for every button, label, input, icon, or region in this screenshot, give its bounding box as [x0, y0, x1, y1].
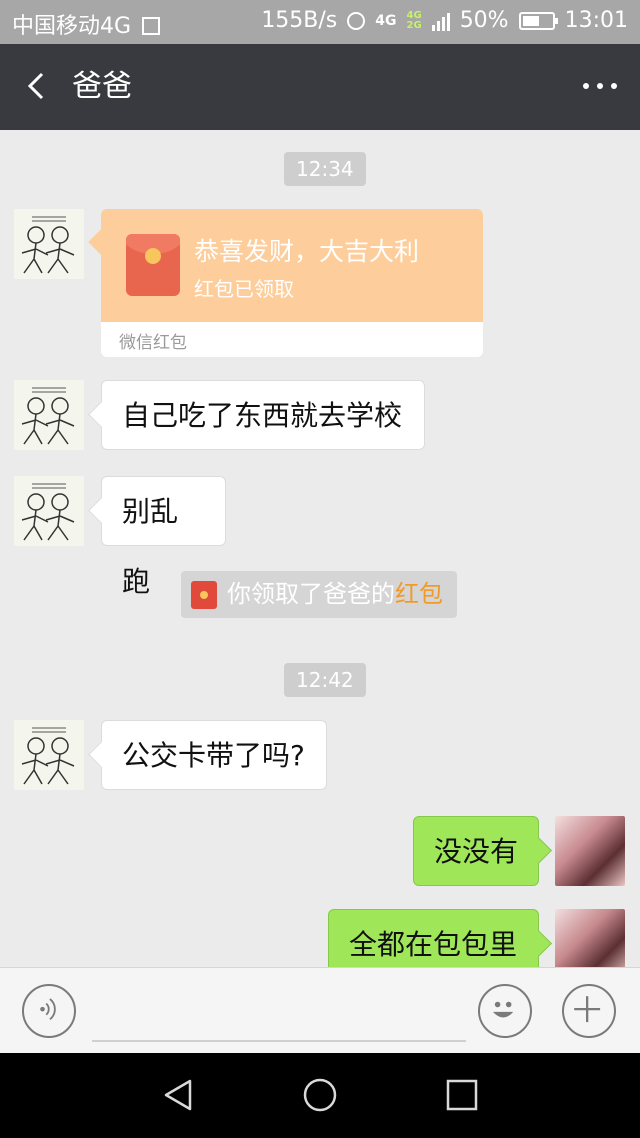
message-bubble[interactable]: 自己吃了东西就去学校 — [101, 380, 425, 450]
clock: 13:01 — [564, 8, 628, 33]
nav-back-icon[interactable] — [160, 1075, 200, 1115]
red-packet-claimed-notice: 你领取了爸爸的红包 — [181, 571, 457, 618]
plus-icon — [574, 996, 601, 1023]
system-nav-bar — [0, 1053, 640, 1138]
message-bubble[interactable]: 公交卡带了吗? — [101, 720, 327, 790]
chat-title: 爸爸 — [72, 69, 132, 104]
more-options-icon[interactable] — [580, 74, 620, 98]
red-packet-top: 恭喜发财，大吉大利 红包已领取 — [101, 209, 483, 322]
message-bubble-self[interactable]: 没没有 — [413, 816, 539, 886]
message-input[interactable] — [92, 986, 466, 1042]
more-actions-button[interactable] — [562, 984, 616, 1038]
contact-avatar[interactable] — [14, 380, 84, 450]
carrier-label: 中国移动4G — [12, 14, 132, 39]
red-packet-status: 红包已领取 — [194, 277, 294, 301]
smiley-icon — [492, 1001, 514, 1018]
timestamp: 12:42 — [284, 663, 366, 697]
contact-avatar[interactable] — [14, 476, 84, 546]
status-bar: 中国移动4G 155B/s 4G 4G 2G 50% 13:01 — [0, 0, 640, 44]
red-packet-footer: 微信红包 — [119, 333, 187, 353]
network-type: 4G — [375, 12, 397, 29]
self-avatar[interactable] — [555, 909, 625, 967]
status-right: 155B/s 4G 4G 2G 50% 13:01 — [261, 8, 628, 33]
battery-icon — [518, 11, 558, 30]
stick-figures-icon — [21, 213, 75, 274]
nav-home-icon[interactable] — [300, 1075, 340, 1115]
network-badge-top: 4G — [406, 9, 422, 21]
voice-icon — [40, 998, 56, 1021]
gallery-icon — [142, 17, 161, 35]
input-bar — [0, 967, 640, 1054]
chat-message-list[interactable]: 12:34 恭喜发财，大吉大利 红包已领取 微信红包 自己吃了东西就去学校 别乱… — [0, 130, 640, 967]
contact-avatar[interactable] — [14, 209, 84, 279]
nav-recent-apps-icon[interactable] — [444, 1077, 480, 1113]
stick-figures-icon — [21, 727, 75, 785]
red-packet-title: 恭喜发财，大吉大利 — [194, 237, 420, 266]
timestamp: 12:34 — [284, 152, 366, 186]
status-left: 中国移动4G — [12, 8, 161, 40]
emoji-button[interactable] — [478, 984, 532, 1038]
message-bubble[interactable]: 别乱跑 — [101, 476, 226, 598]
notice-text: 你领取了爸爸的红包 — [227, 571, 443, 618]
notice-prefix: 你领取了爸爸的 — [227, 580, 395, 608]
red-packet-card[interactable]: 恭喜发财，大吉大利 红包已领取 微信红包 — [101, 209, 483, 357]
dual-network-icon: 4G 2G — [406, 9, 422, 31]
red-packet-icon — [191, 581, 217, 609]
network-speed: 155B/s — [261, 8, 338, 33]
chat-header: 爸爸 — [0, 44, 640, 130]
stick-figures-icon — [21, 387, 75, 445]
alarm-icon — [347, 11, 366, 30]
red-envelope-icon — [126, 234, 180, 296]
stick-figures-icon — [21, 483, 75, 541]
notice-red-packet-link[interactable]: 红包 — [395, 580, 443, 608]
voice-input-button[interactable] — [22, 984, 76, 1038]
message-bubble-self[interactable]: 全都在包包里 — [328, 909, 539, 967]
network-badge-bottom: 2G — [406, 19, 422, 31]
self-avatar[interactable] — [555, 816, 625, 886]
battery-percent: 50% — [459, 8, 509, 33]
signal-icon — [431, 11, 450, 31]
back-arrow-icon[interactable] — [20, 68, 56, 104]
red-packet-footer-bar: 微信红包 — [101, 322, 483, 357]
contact-avatar[interactable] — [14, 720, 84, 790]
